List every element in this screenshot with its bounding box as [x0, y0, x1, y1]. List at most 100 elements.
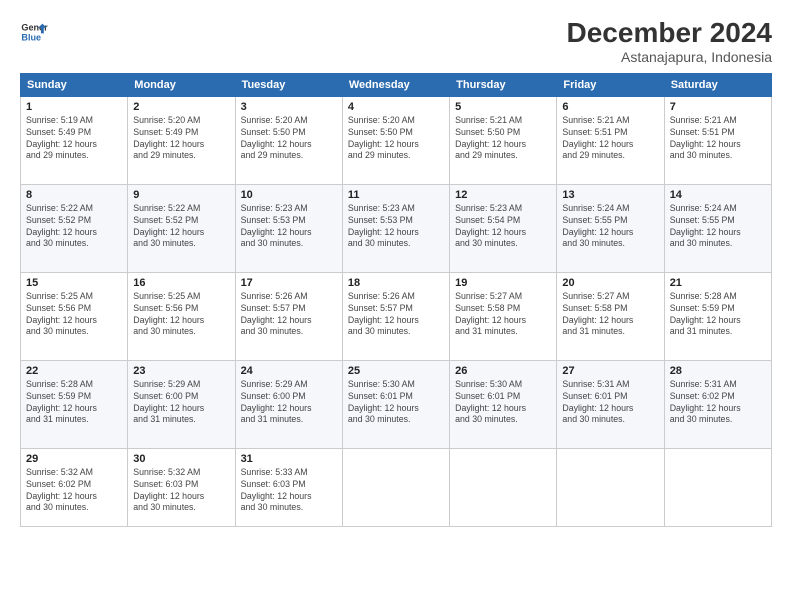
calendar-cell: [342, 448, 449, 526]
day-number: 16: [133, 277, 229, 289]
calendar-cell: 25Sunrise: 5:30 AM Sunset: 6:01 PM Dayli…: [342, 360, 449, 448]
calendar-cell: 22 Sunrise: 5:28 AM Sunset: 5:59 PM Dayli…: [21, 360, 128, 448]
calendar-cell: 27Sunrise: 5:31 AM Sunset: 6:01 PM Dayli…: [557, 360, 664, 448]
calendar-cell: 2Sunrise: 5:20 AM Sunset: 5:49 PM Daylig…: [128, 96, 235, 184]
day-info: Sunrise: 5:21 AM Sunset: 5:50 PM Dayligh…: [455, 115, 551, 163]
day-info: Sunrise: 5:21 AM Sunset: 5:51 PM Dayligh…: [562, 115, 658, 163]
calendar-cell: 8Sunrise: 5:22 AM Sunset: 5:52 PM Daylig…: [21, 184, 128, 272]
day-info: Sunrise: 5:23 AM Sunset: 5:54 PM Dayligh…: [455, 203, 551, 251]
day-number: 15: [26, 277, 122, 289]
calendar-cell: [664, 448, 771, 526]
day-number: 26: [455, 365, 551, 377]
day-info: Sunrise: 5:28 AM Sunset: 5:59 PM Dayligh…: [26, 379, 122, 427]
day-number: 24: [241, 365, 337, 377]
day-info: Sunrise: 5:32 AM Sunset: 6:03 PM Dayligh…: [133, 467, 229, 515]
logo: General Blue: [20, 18, 48, 46]
logo-icon: General Blue: [20, 18, 48, 46]
day-number: 11: [348, 189, 444, 201]
day-number: 13: [562, 189, 658, 201]
day-number: 12: [455, 189, 551, 201]
calendar-cell: 28Sunrise: 5:31 AM Sunset: 6:02 PM Dayli…: [664, 360, 771, 448]
day-info: Sunrise: 5:21 AM Sunset: 5:51 PM Dayligh…: [670, 115, 766, 163]
day-number: 18: [348, 277, 444, 289]
calendar-cell: 29Sunrise: 5:32 AM Sunset: 6:02 PM Dayli…: [21, 448, 128, 526]
col-header-wednesday: Wednesday: [342, 73, 449, 96]
calendar-cell: 31Sunrise: 5:33 AM Sunset: 6:03 PM Dayli…: [235, 448, 342, 526]
day-info: Sunrise: 5:19 AM Sunset: 5:49 PM Dayligh…: [26, 115, 122, 163]
day-number: 28: [670, 365, 766, 377]
day-number: 21: [670, 277, 766, 289]
week-row-2: 8Sunrise: 5:22 AM Sunset: 5:52 PM Daylig…: [21, 184, 772, 272]
calendar-cell: 10 Sunrise: 5:23 AM Sunset: 5:53 PM Dayli…: [235, 184, 342, 272]
title-block: December 2024 Astanajapura, Indonesia: [567, 18, 772, 65]
day-info: Sunrise: 5:23 AM Sunset: 5:53 PM Dayligh…: [348, 203, 444, 251]
day-info: Sunrise: 5:25 AM Sunset: 5:56 PM Dayligh…: [133, 291, 229, 339]
calendar-cell: 26Sunrise: 5:30 AM Sunset: 6:01 PM Dayli…: [450, 360, 557, 448]
day-info: Sunrise: 5:25 AM Sunset: 5:56 PM Dayligh…: [26, 291, 122, 339]
day-number: 2: [133, 101, 229, 113]
day-info: Sunrise: 5:26 AM Sunset: 5:57 PM Dayligh…: [348, 291, 444, 339]
calendar-cell: 3Sunrise: 5:20 AM Sunset: 5:50 PM Daylig…: [235, 96, 342, 184]
day-info: Sunrise: 5:28 AM Sunset: 5:59 PM Dayligh…: [670, 291, 766, 339]
col-header-saturday: Saturday: [664, 73, 771, 96]
day-info: Sunrise: 5:30 AM Sunset: 6:01 PM Dayligh…: [348, 379, 444, 427]
week-row-3: 15 Sunrise: 5:25 AM Sunset: 5:56 PM Dayli…: [21, 272, 772, 360]
svg-text:Blue: Blue: [21, 32, 41, 42]
day-info: Sunrise: 5:27 AM Sunset: 5:58 PM Dayligh…: [455, 291, 551, 339]
day-number: 6: [562, 101, 658, 113]
day-info: Sunrise: 5:22 AM Sunset: 5:52 PM Dayligh…: [133, 203, 229, 251]
day-number: 10: [241, 189, 337, 201]
day-info: Sunrise: 5:23 AM Sunset: 5:53 PM Dayligh…: [241, 203, 337, 251]
calendar-cell: 4 Sunrise: 5:20 AM Sunset: 5:50 PM Daylig…: [342, 96, 449, 184]
day-info: Sunrise: 5:24 AM Sunset: 5:55 PM Dayligh…: [562, 203, 658, 251]
calendar-table: SundayMondayTuesdayWednesdayThursdayFrid…: [20, 73, 772, 527]
calendar-cell: 6 Sunrise: 5:21 AM Sunset: 5:51 PM Daylig…: [557, 96, 664, 184]
col-header-tuesday: Tuesday: [235, 73, 342, 96]
day-number: 19: [455, 277, 551, 289]
calendar-cell: 13 Sunrise: 5:24 AM Sunset: 5:55 PM Dayli…: [557, 184, 664, 272]
subtitle: Astanajapura, Indonesia: [567, 49, 772, 65]
calendar-cell: 11 Sunrise: 5:23 AM Sunset: 5:53 PM Dayli…: [342, 184, 449, 272]
calendar-cell: 1 Sunrise: 5:19 AM Sunset: 5:49 PM Daylig…: [21, 96, 128, 184]
day-info: Sunrise: 5:26 AM Sunset: 5:57 PM Dayligh…: [241, 291, 337, 339]
calendar-cell: 12 Sunrise: 5:23 AM Sunset: 5:54 PM Dayli…: [450, 184, 557, 272]
day-info: Sunrise: 5:27 AM Sunset: 5:58 PM Dayligh…: [562, 291, 658, 339]
day-number: 9: [133, 189, 229, 201]
calendar-cell: 18 Sunrise: 5:26 AM Sunset: 5:57 PM Dayli…: [342, 272, 449, 360]
header: General Blue December 2024 Astanajapura,…: [20, 18, 772, 65]
calendar-cell: 5Sunrise: 5:21 AM Sunset: 5:50 PM Daylig…: [450, 96, 557, 184]
day-number: 20: [562, 277, 658, 289]
calendar-cell: 17Sunrise: 5:26 AM Sunset: 5:57 PM Dayli…: [235, 272, 342, 360]
main-title: December 2024: [567, 18, 772, 49]
day-number: 1: [26, 101, 122, 113]
day-number: 4: [348, 101, 444, 113]
calendar-cell: [557, 448, 664, 526]
day-number: 14: [670, 189, 766, 201]
week-row-1: 1 Sunrise: 5:19 AM Sunset: 5:49 PM Daylig…: [21, 96, 772, 184]
calendar-cell: 24 Sunrise: 5:29 AM Sunset: 6:00 PM Dayli…: [235, 360, 342, 448]
col-header-monday: Monday: [128, 73, 235, 96]
day-info: Sunrise: 5:32 AM Sunset: 6:02 PM Dayligh…: [26, 467, 122, 515]
day-info: Sunrise: 5:29 AM Sunset: 6:00 PM Dayligh…: [133, 379, 229, 427]
day-number: 23: [133, 365, 229, 377]
calendar-cell: 15 Sunrise: 5:25 AM Sunset: 5:56 PM Dayli…: [21, 272, 128, 360]
day-number: 30: [133, 453, 229, 465]
calendar-cell: 16 Sunrise: 5:25 AM Sunset: 5:56 PM Dayli…: [128, 272, 235, 360]
day-info: Sunrise: 5:29 AM Sunset: 6:00 PM Dayligh…: [241, 379, 337, 427]
day-info: Sunrise: 5:20 AM Sunset: 5:50 PM Dayligh…: [348, 115, 444, 163]
day-info: Sunrise: 5:22 AM Sunset: 5:52 PM Dayligh…: [26, 203, 122, 251]
week-row-4: 22 Sunrise: 5:28 AM Sunset: 5:59 PM Dayli…: [21, 360, 772, 448]
day-info: Sunrise: 5:31 AM Sunset: 6:01 PM Dayligh…: [562, 379, 658, 427]
calendar-cell: 14 Sunrise: 5:24 AM Sunset: 5:55 PM Dayli…: [664, 184, 771, 272]
day-number: 22: [26, 365, 122, 377]
calendar-cell: 7Sunrise: 5:21 AM Sunset: 5:51 PM Daylig…: [664, 96, 771, 184]
col-header-sunday: Sunday: [21, 73, 128, 96]
col-header-friday: Friday: [557, 73, 664, 96]
day-info: Sunrise: 5:24 AM Sunset: 5:55 PM Dayligh…: [670, 203, 766, 251]
col-header-thursday: Thursday: [450, 73, 557, 96]
calendar-cell: 20 Sunrise: 5:27 AM Sunset: 5:58 PM Dayli…: [557, 272, 664, 360]
calendar-cell: [450, 448, 557, 526]
calendar-header-row: SundayMondayTuesdayWednesdayThursdayFrid…: [21, 73, 772, 96]
calendar-cell: 19 Sunrise: 5:27 AM Sunset: 5:58 PM Dayli…: [450, 272, 557, 360]
day-info: Sunrise: 5:33 AM Sunset: 6:03 PM Dayligh…: [241, 467, 337, 515]
